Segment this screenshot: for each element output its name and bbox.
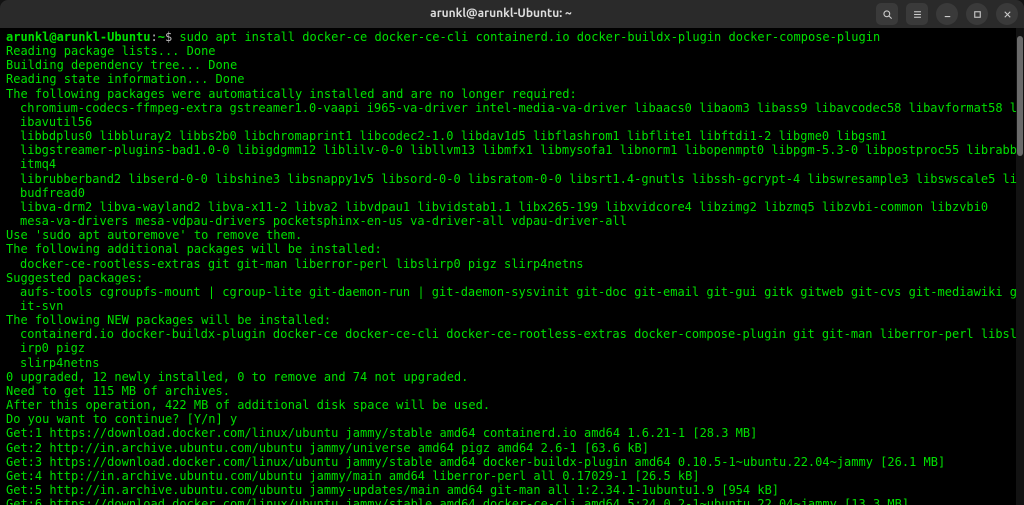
search-icon (882, 9, 893, 20)
output-line: Get:6 https://download.docker.com/linux/… (6, 497, 1018, 505)
hamburger-icon (912, 9, 923, 20)
output-line: Building dependency tree... Done (6, 58, 1018, 72)
output-line: The following additional packages will b… (6, 242, 1018, 256)
output-line: slirp4netns (6, 356, 1018, 370)
scrollbar-thumb[interactable] (1017, 36, 1023, 156)
output-line: libbdplus0 libbluray2 libbs2b0 libchroma… (6, 129, 1018, 143)
output-line: docker-ce-rootless-extras git git-man li… (6, 257, 1018, 271)
prompt-line: arunkl@arunkl-Ubuntu:~$ sudo apt install… (6, 30, 1018, 44)
output-line: aufs-tools cgroupfs-mount | cgroup-lite … (6, 285, 1018, 313)
prompt-sep1: : (151, 30, 158, 44)
window-titlebar: arunkl@arunkl-Ubuntu: ~ (0, 0, 1024, 28)
window-title: arunkl@arunkl-Ubuntu: ~ (126, 7, 876, 21)
minimize-button[interactable] (936, 3, 958, 25)
prompt-user: arunkl@arunkl-Ubuntu (6, 30, 151, 44)
titlebar-controls (876, 3, 1018, 25)
terminal-scrollbar[interactable] (1016, 28, 1024, 505)
output-line: Use 'sudo apt autoremove' to remove them… (6, 228, 1018, 242)
output-line: mesa-va-drivers mesa-vdpau-drivers pocke… (6, 214, 1018, 228)
maximize-icon (972, 9, 983, 20)
output-line: libva-drm2 libva-wayland2 libva-x11-2 li… (6, 200, 1018, 214)
prompt-path: ~ (158, 30, 165, 44)
entered-command: sudo apt install docker-ce docker-ce-cli… (179, 30, 880, 44)
search-button[interactable] (876, 3, 898, 25)
output-line: 0 upgraded, 12 newly installed, 0 to rem… (6, 370, 1018, 384)
confirm-answer: y (230, 412, 237, 426)
output-line: Need to get 115 MB of archives. (6, 384, 1018, 398)
output-line: Suggested packages: (6, 271, 1018, 285)
output-line: Get:4 http://in.archive.ubuntu.com/ubunt… (6, 469, 1018, 483)
output-line: Get:3 https://download.docker.com/linux/… (6, 455, 1018, 469)
output-line: librubberband2 libserd-0-0 libshine3 lib… (6, 172, 1018, 200)
confirm-question: Do you want to continue? [Y/n] (6, 412, 230, 426)
output-line: Reading state information... Done (6, 72, 1018, 86)
output-line: Get:2 http://in.archive.ubuntu.com/ubunt… (6, 441, 1018, 455)
minimize-icon (942, 9, 953, 20)
prompt-sep2: $ (165, 30, 179, 44)
output-line: The following NEW packages will be insta… (6, 313, 1018, 327)
menu-button[interactable] (906, 3, 928, 25)
output-line: Reading package lists... Done (6, 44, 1018, 58)
terminal-pane[interactable]: arunkl@arunkl-Ubuntu:~$ sudo apt install… (0, 28, 1024, 505)
output-line: Get:1 https://download.docker.com/linux/… (6, 426, 1018, 440)
output-line: libgstreamer-plugins-bad1.0-0 libigdgmm1… (6, 143, 1018, 171)
close-button[interactable] (996, 3, 1018, 25)
close-icon (1002, 9, 1013, 20)
confirm-line: Do you want to continue? [Y/n] y (6, 412, 1018, 426)
output-line: The following packages were automaticall… (6, 87, 1018, 101)
output-line: Get:5 http://in.archive.ubuntu.com/ubunt… (6, 483, 1018, 497)
output-line: After this operation, 422 MB of addition… (6, 398, 1018, 412)
maximize-button[interactable] (966, 3, 988, 25)
output-line: chromium-codecs-ffmpeg-extra gstreamer1.… (6, 101, 1018, 129)
output-line: containerd.io docker-buildx-plugin docke… (6, 327, 1018, 355)
